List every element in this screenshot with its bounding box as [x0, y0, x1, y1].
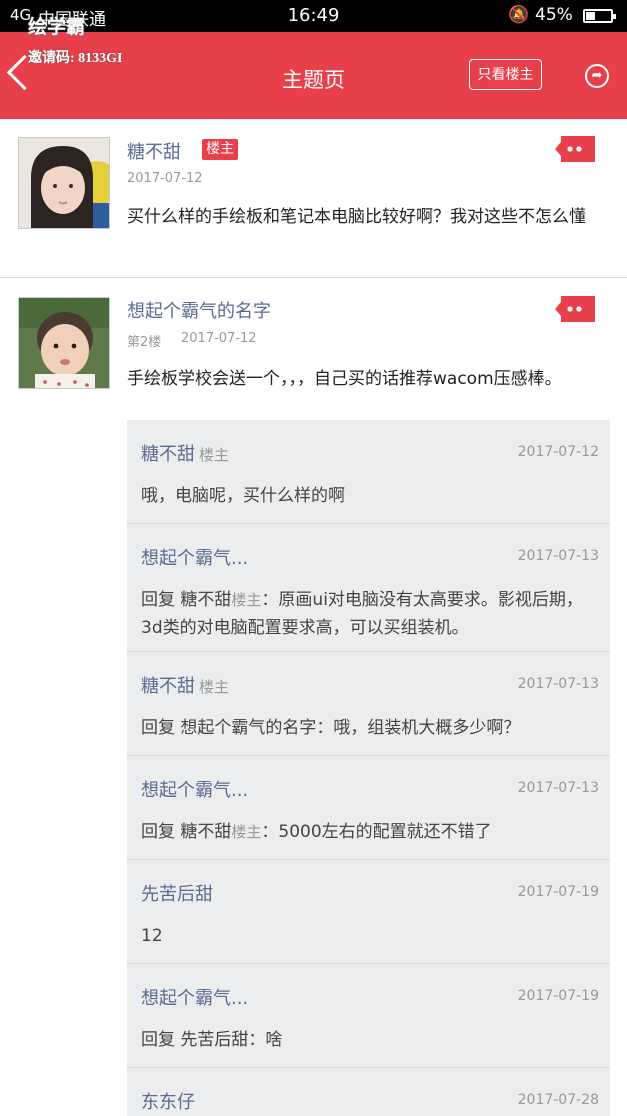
battery-icon	[583, 9, 616, 23]
reply-text: 哦，电脑呢，买什么样的啊	[141, 486, 345, 506]
post-author[interactable]: 想起个霸气的名字	[127, 297, 271, 323]
reply-date: 2017-07-28	[517, 1092, 599, 1108]
reply-owner-tag: 楼主	[199, 446, 230, 464]
reply-list: 糖不甜 楼主 2017-07-12 哦，电脑呢，买什么样的啊 想起个霸气... 2…	[127, 420, 610, 1116]
reply-item[interactable]: 糖不甜 楼主 2017-07-12 哦，电脑呢，买什么样的啊	[127, 420, 610, 524]
post-content: 买什么样的手绘板和笔记本电脑比较好啊？我对这些不怎么懂	[127, 207, 586, 227]
comment-icon[interactable]	[555, 136, 595, 162]
reply-author[interactable]: 糖不甜	[141, 444, 195, 465]
comment-icon[interactable]	[555, 296, 595, 322]
share-icon[interactable]: ➦	[585, 64, 609, 88]
reply-date: 2017-07-13	[517, 548, 599, 564]
reply-author[interactable]: 先苦后甜	[141, 884, 213, 905]
reply-author[interactable]: 东东仔	[141, 1092, 195, 1113]
reply-owner-tag: 楼主	[199, 678, 230, 696]
reply-text: 回复 先苦后甜：啥	[141, 1030, 283, 1050]
reply-author[interactable]: 想起个霸气...	[141, 988, 248, 1009]
reply-item[interactable]: 先苦后甜 2017-07-19 12	[127, 860, 610, 964]
reply-item[interactable]: 糖不甜 楼主 2017-07-13 回复 想起个霸气的名字：哦，组装机大概多少啊？	[127, 652, 610, 756]
reply-author[interactable]: 想起个霸气...	[141, 780, 248, 801]
reply-text: 12	[141, 926, 163, 946]
reply-text: 回复 糖不甜楼主：5000左右的配置就还不错了	[141, 822, 492, 842]
status-time: 16:49	[287, 5, 340, 26]
only-owner-button[interactable]: 只看楼主	[469, 59, 542, 90]
reply-text: 回复 想起个霸气的名字：哦，组装机大概多少啊？	[141, 718, 521, 738]
reply-author[interactable]: 想起个霸气...	[141, 548, 248, 569]
reply-date: 2017-07-13	[517, 676, 599, 692]
reply-item[interactable]: 想起个霸气... 2017-07-13 回复 糖不甜楼主：5000左右的配置就还…	[127, 756, 610, 860]
owner-badge: 楼主	[202, 139, 238, 160]
reply-item[interactable]: 想起个霸气... 2017-07-19 回复 先苦后甜：啥	[127, 964, 610, 1068]
avatar[interactable]	[18, 137, 110, 229]
watermark-logo: 绘学霸	[28, 16, 86, 38]
post-divider	[0, 277, 627, 278]
reply-date: 2017-07-19	[517, 884, 599, 900]
reply-date: 2017-07-19	[517, 988, 599, 1004]
post-date: 2017-07-12	[181, 331, 257, 346]
status-bar: 4G 中国联通 16:49 🔕 45%	[0, 0, 627, 32]
post-date: 2017-07-12	[127, 171, 203, 186]
reply-item[interactable]: 想起个霸气... 2017-07-13 回复 糖不甜楼主：原画ui对电脑没有太高…	[127, 524, 610, 652]
reply-item[interactable]: 东东仔 2017-07-28	[127, 1068, 610, 1116]
avatar[interactable]	[18, 297, 110, 389]
post-author[interactable]: 糖不甜	[127, 138, 181, 164]
watermark-invite-code: 邀请码: 8133GI	[28, 51, 123, 66]
post-content: 手绘板学校会送一个，，，自己买的话推荐wacom压感棒。	[127, 369, 562, 389]
battery-percent: 45%	[535, 5, 573, 25]
reply-text: 回复 糖不甜楼主：原画ui对电脑没有太高要求。影视后期，3d类的对电脑配置要求高…	[141, 590, 583, 638]
post-floor: 第2楼	[127, 335, 162, 350]
mute-bell-icon: 🔕	[508, 5, 530, 25]
reply-date: 2017-07-12	[517, 444, 599, 460]
reply-author[interactable]: 糖不甜	[141, 676, 195, 697]
reply-date: 2017-07-13	[517, 780, 599, 796]
